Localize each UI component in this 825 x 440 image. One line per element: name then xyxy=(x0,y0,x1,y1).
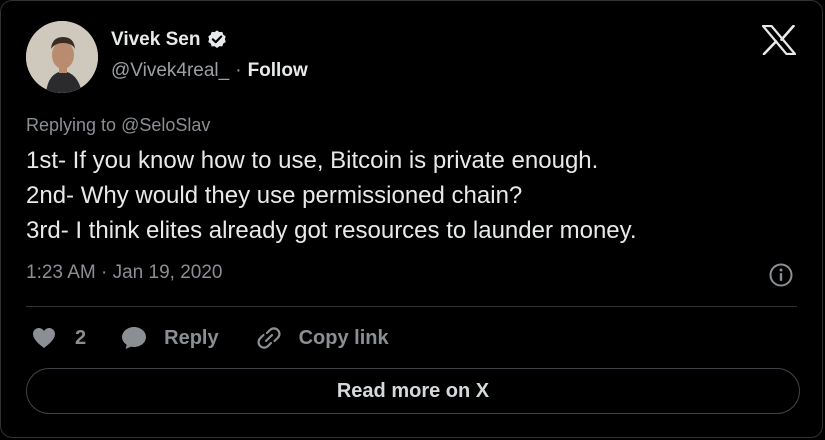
copy-link-button[interactable]: Copy link xyxy=(255,324,389,352)
info-icon[interactable] xyxy=(768,262,794,288)
tweet-timestamp[interactable]: 1:23 AM · Jan 19, 2020 xyxy=(26,261,222,285)
verified-badge-icon xyxy=(208,30,227,48)
author-name-row: Vivek Sen xyxy=(111,28,228,52)
copy-link-label: Copy link xyxy=(298,326,389,349)
action-bar: 2 Reply Copy link xyxy=(31,323,389,353)
separator-dot: · xyxy=(235,60,242,81)
like-button[interactable]: 2 xyxy=(31,326,86,350)
tweet-line: 3rd- I think elites already got resource… xyxy=(26,217,637,244)
replying-to: Replying to @SeloSlav xyxy=(26,114,210,136)
tweet-line: 2nd- Why would they use permissioned cha… xyxy=(26,182,523,209)
speech-bubble-icon xyxy=(122,327,147,349)
follow-button[interactable]: Follow xyxy=(248,59,308,83)
like-count: 2 xyxy=(75,326,87,349)
reply-button[interactable]: Reply xyxy=(120,325,219,351)
divider xyxy=(26,306,797,307)
author-handle[interactable]: @Vivek4real_ xyxy=(111,59,229,83)
read-more-button[interactable]: Read more on X xyxy=(26,368,800,414)
replying-mention-link[interactable]: @SeloSlav xyxy=(121,115,210,135)
read-more-label: Read more on X xyxy=(336,379,490,402)
author-name[interactable]: Vivek Sen xyxy=(111,28,200,52)
x-logo-icon[interactable] xyxy=(762,25,796,55)
heart-icon xyxy=(33,328,55,348)
embedded-tweet-card: Vivek Sen @Vivek4real_ · Follow Replying… xyxy=(0,0,823,438)
tweet-timestamp-row: 1:23 AM · Jan 19, 2020 xyxy=(26,261,222,285)
avatar[interactable] xyxy=(26,21,98,93)
tweet-line: 1st- If you know how to use, Bitcoin is … xyxy=(26,147,599,174)
tweet-text: 1st- If you know how to use, Bitcoin is … xyxy=(26,143,806,248)
link-icon xyxy=(257,327,281,349)
avatar-photo xyxy=(26,21,98,93)
replying-prefix: Replying to xyxy=(26,115,122,135)
author-handle-row: @Vivek4real_ · Follow xyxy=(111,59,308,83)
reply-label: Reply xyxy=(164,326,219,349)
